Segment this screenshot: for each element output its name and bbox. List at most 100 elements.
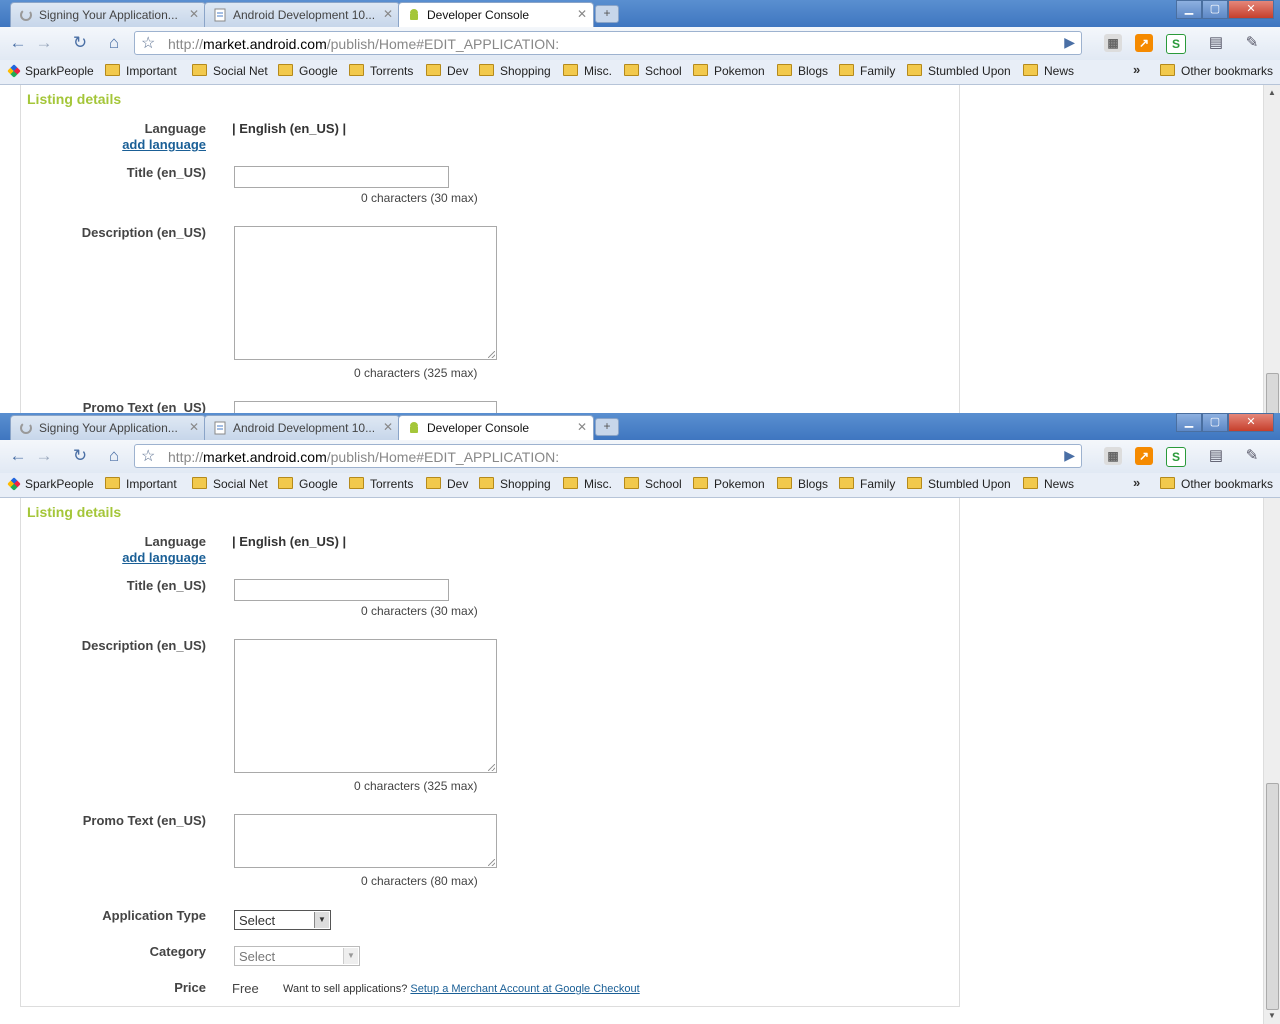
back-button[interactable]: ←	[6, 445, 30, 467]
bookmark-folder[interactable]: Google	[278, 477, 338, 491]
tab-android-dev[interactable]: Android Development 10... ✕	[204, 2, 400, 27]
other-bookmarks[interactable]: Other bookmarks	[1160, 64, 1273, 78]
bookmark-folder[interactable]: School	[624, 477, 682, 491]
chevron-more-icon[interactable]: »	[1133, 62, 1140, 77]
add-language-link[interactable]: add language	[122, 550, 206, 565]
bookmark-folder[interactable]: Blogs	[777, 477, 828, 491]
close-window-button[interactable]: ✕	[1228, 0, 1274, 19]
new-tab-button[interactable]: +	[595, 418, 619, 436]
title-input[interactable]	[234, 579, 449, 601]
bookmark-folder[interactable]: Dev	[426, 477, 468, 491]
app-type-select[interactable]: Select ▼	[234, 910, 331, 930]
bookmark-folder[interactable]: School	[624, 64, 682, 78]
bookmark-folder[interactable]: Blogs	[777, 64, 828, 78]
resize-grip-icon[interactable]	[488, 764, 495, 771]
bookmark-folder[interactable]: News	[1023, 64, 1074, 78]
scrollbar[interactable]: ▼	[1263, 498, 1280, 1024]
bookmark-sparkpeople[interactable]: SparkPeople	[7, 477, 94, 491]
close-tab-icon[interactable]: ✕	[383, 420, 393, 434]
analytics-extension-icon[interactable]: ↗	[1135, 447, 1153, 465]
chevron-more-icon[interactable]: »	[1133, 475, 1140, 490]
promo-textarea[interactable]	[234, 401, 497, 413]
close-tab-icon[interactable]: ✕	[383, 7, 393, 21]
tab-signing[interactable]: Signing Your Application... ✕	[10, 415, 206, 440]
merchant-account-link[interactable]: Setup a Merchant Account at Google Check…	[410, 983, 639, 995]
address-bar[interactable]: ☆ http://market.android.com/publish/Home…	[134, 444, 1082, 468]
tab-developer-console[interactable]: Developer Console ✕	[398, 415, 594, 440]
reload-button[interactable]: ↻	[68, 445, 92, 467]
toolbar: ← → ↻ ⌂ ☆ http://market.android.com/publ…	[0, 440, 1280, 473]
category-select[interactable]: Select ▼	[234, 946, 360, 966]
close-tab-icon[interactable]: ✕	[577, 420, 587, 434]
bookmark-star-icon[interactable]: ☆	[141, 33, 155, 53]
bookmark-sparkpeople[interactable]: SparkPeople	[7, 64, 94, 78]
other-bookmarks[interactable]: Other bookmarks	[1160, 477, 1273, 491]
bookmark-folder[interactable]: Torrents	[349, 64, 413, 78]
description-textarea[interactable]	[234, 226, 497, 360]
bookmark-folder[interactable]: Shopping	[479, 477, 551, 491]
stumbleupon-icon[interactable]: S	[1166, 447, 1186, 467]
title-input[interactable]	[234, 166, 449, 188]
bookmark-folder[interactable]: Stumbled Upon	[907, 477, 1011, 491]
address-bar[interactable]: ☆ http://market.android.com/publish/Home…	[134, 31, 1082, 55]
bookmark-folder[interactable]: Dev	[426, 64, 468, 78]
scroll-up-icon[interactable]: ▲	[1264, 85, 1280, 101]
close-tab-icon[interactable]: ✕	[189, 7, 199, 21]
tab-android-dev[interactable]: Android Development 10... ✕	[204, 415, 400, 440]
resize-grip-icon[interactable]	[488, 351, 495, 358]
folder-icon	[426, 477, 441, 489]
bookmark-folder[interactable]: Google	[278, 64, 338, 78]
page-menu-icon[interactable]: ▤	[1204, 445, 1228, 467]
scrollbar[interactable]: ▲	[1263, 85, 1280, 413]
go-icon[interactable]: ▶	[1064, 34, 1075, 51]
bookmark-folder[interactable]: Important	[105, 477, 177, 491]
scroll-down-icon[interactable]: ▼	[1264, 1008, 1280, 1024]
wrench-menu-icon[interactable]: ✎	[1240, 445, 1264, 467]
close-tab-icon[interactable]: ✕	[577, 7, 587, 21]
bookmark-folder[interactable]: Pokemon	[693, 477, 765, 491]
bookmark-folder[interactable]: News	[1023, 477, 1074, 491]
dropdown-arrow-icon[interactable]: ▼	[343, 948, 358, 964]
tab-signing[interactable]: Signing Your Application... ✕	[10, 2, 206, 27]
stumbleupon-icon[interactable]: S	[1166, 34, 1186, 54]
maximize-button[interactable]: ▢	[1202, 413, 1228, 432]
minimize-button[interactable]: ▁	[1176, 0, 1202, 19]
maximize-button[interactable]: ▢	[1202, 0, 1228, 19]
bookmark-star-icon[interactable]: ☆	[141, 446, 155, 466]
analytics-extension-icon[interactable]: ↗	[1135, 34, 1153, 52]
forward-button[interactable]: →	[32, 32, 56, 54]
bookmark-folder[interactable]: Pokemon	[693, 64, 765, 78]
home-button[interactable]: ⌂	[102, 445, 126, 467]
bookmark-folder[interactable]: Shopping	[479, 64, 551, 78]
add-language-link[interactable]: add language	[122, 137, 206, 152]
scroll-thumb[interactable]	[1266, 373, 1279, 413]
forward-button[interactable]: →	[32, 445, 56, 467]
reload-button[interactable]: ↻	[68, 32, 92, 54]
wrench-menu-icon[interactable]: ✎	[1240, 32, 1264, 54]
promo-textarea[interactable]	[234, 814, 497, 868]
scroll-thumb[interactable]	[1266, 783, 1279, 1010]
bookmark-folder[interactable]: Misc.	[563, 64, 612, 78]
bookmark-folder[interactable]: Family	[839, 477, 895, 491]
go-icon[interactable]: ▶	[1064, 447, 1075, 464]
bookmark-folder[interactable]: Stumbled Upon	[907, 64, 1011, 78]
minimize-button[interactable]: ▁	[1176, 413, 1202, 432]
page-menu-icon[interactable]: ▤	[1204, 32, 1228, 54]
dropdown-arrow-icon[interactable]: ▼	[314, 912, 329, 928]
close-window-button[interactable]: ✕	[1228, 413, 1274, 432]
bookmark-folder[interactable]: Torrents	[349, 477, 413, 491]
bookmark-folder[interactable]: Family	[839, 64, 895, 78]
bookmark-folder[interactable]: Social Net	[192, 477, 268, 491]
description-textarea[interactable]	[234, 639, 497, 773]
resize-grip-icon[interactable]	[488, 859, 495, 866]
extension-icon[interactable]: ▦	[1104, 447, 1122, 465]
bookmark-folder[interactable]: Important	[105, 64, 177, 78]
extension-icon[interactable]: ▦	[1104, 34, 1122, 52]
home-button[interactable]: ⌂	[102, 32, 126, 54]
back-button[interactable]: ←	[6, 32, 30, 54]
tab-developer-console[interactable]: Developer Console ✕	[398, 2, 594, 27]
new-tab-button[interactable]: +	[595, 5, 619, 23]
close-tab-icon[interactable]: ✕	[189, 420, 199, 434]
bookmark-folder[interactable]: Social Net	[192, 64, 268, 78]
bookmark-folder[interactable]: Misc.	[563, 477, 612, 491]
